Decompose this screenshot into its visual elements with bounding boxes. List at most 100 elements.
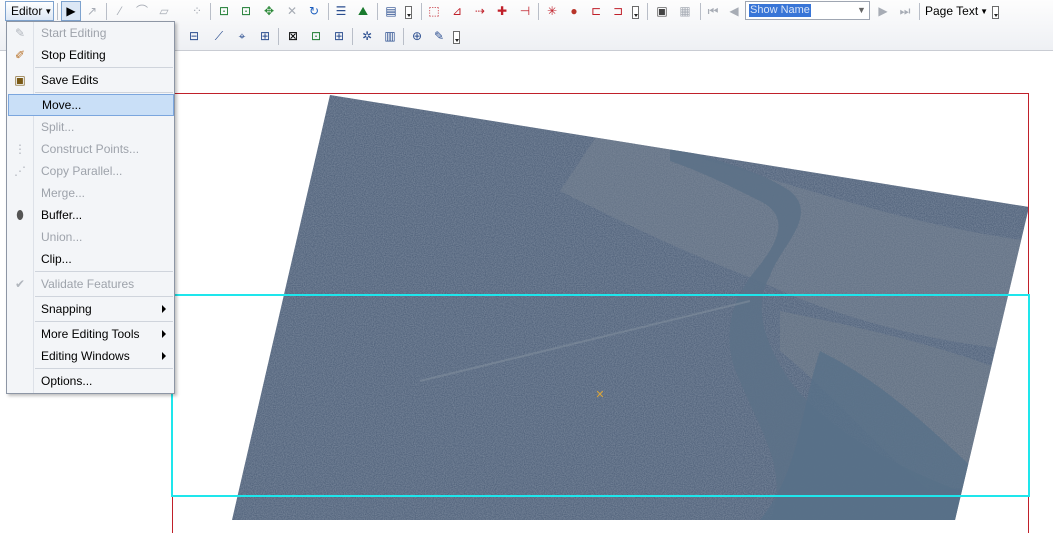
save-icon: ▣ [14, 73, 26, 87]
topology-tool-icon[interactable]: ✎ [430, 27, 448, 45]
geometric-network-icon[interactable]: ✳ [543, 2, 561, 20]
network-edit-c-icon[interactable]: ✚ [493, 2, 511, 20]
menu-item-split[interactable]: Split... [9, 117, 172, 137]
toolbar-overflow-chevron-icon[interactable] [632, 6, 639, 19]
pencil-icon: ✎ [14, 26, 26, 40]
toolbar-overflow-chevron-icon[interactable] [992, 6, 999, 19]
menu-separator [35, 368, 173, 369]
stop-pencil-icon: ✐ [14, 48, 26, 62]
straight-segment-icon[interactable]: ⁄ [111, 2, 129, 20]
network-edit-d-icon[interactable]: ⊣ [516, 2, 534, 20]
network-edit-a-icon[interactable]: ⊿ [448, 2, 466, 20]
menu-item-buffer[interactable]: ⬮ Buffer... [9, 205, 172, 225]
topology-tool-icon[interactable]: ⊞ [256, 27, 274, 45]
editor-dropdown-menu: ✎ Start Editing ✐ Stop Editing ▣ Save Ed… [6, 21, 175, 394]
toolbar-separator [421, 3, 422, 20]
topology-tool-icon[interactable]: ⊕ [408, 27, 426, 45]
midpoint-icon[interactable]: ⁘ [188, 2, 206, 20]
toolbar-separator [377, 3, 378, 20]
edit-annotation-icon[interactable]: ↗ [83, 2, 101, 20]
topology-tool-icon[interactable]: ⊟ [185, 27, 203, 45]
create-features-icon[interactable]: ▤ [382, 2, 400, 20]
menu-item-union[interactable]: Union... [9, 227, 172, 247]
menu-item-save-edits[interactable]: ▣ Save Edits [9, 70, 172, 90]
toolbar-separator [403, 28, 404, 45]
last-page-icon[interactable]: ⏭ [896, 2, 914, 20]
chevron-down-icon: ▼ [44, 6, 53, 16]
page-text-label: Page Text [925, 4, 979, 18]
menu-item-move[interactable]: Move... [8, 94, 174, 116]
topology-edit-alt-icon[interactable]: ⊡ [237, 2, 255, 20]
page-name-combobox[interactable]: Show Name ▼ [745, 1, 870, 20]
validate-check-icon: ✔ [14, 277, 26, 291]
previous-page-icon[interactable]: ◀ [725, 2, 743, 20]
attributes-icon[interactable]: ☰ [332, 2, 350, 20]
topology-edit-icon[interactable]: ⊡ [215, 2, 233, 20]
globe-icon[interactable]: ● [565, 2, 583, 20]
layout-b-icon[interactable]: ▦ [676, 2, 694, 20]
page-name-value: Show Name [749, 4, 811, 17]
toolbar-overflow-chevron-icon[interactable] [453, 31, 460, 44]
menu-item-construct-points[interactable]: ⋮ Construct Points... [9, 139, 172, 159]
editor-menu-button[interactable]: Editor ▼ [5, 1, 54, 21]
submenu-arrow-icon [162, 330, 166, 338]
topology-tool-icon[interactable]: ⊞ [330, 27, 348, 45]
toolbar-separator [538, 3, 539, 20]
chevron-down-icon[interactable]: ▼ [854, 2, 869, 19]
copy-parallel-icon: ⋰ [14, 164, 26, 178]
flow-a-icon[interactable]: ⊏ [587, 2, 605, 20]
menu-item-editing-windows[interactable]: Editing Windows [9, 346, 172, 366]
chevron-down-icon: ▼ [980, 6, 989, 16]
construct-points-icon: ⋮ [14, 142, 26, 156]
toolbar-overflow-chevron-icon[interactable] [405, 6, 412, 19]
editor-menu-label: Editor [11, 4, 43, 18]
error-inspector-icon[interactable]: ⬚ [425, 2, 443, 20]
submenu-arrow-icon [162, 305, 166, 313]
move-tool-icon[interactable]: ✥ [260, 2, 278, 20]
next-page-icon[interactable]: ▶ [874, 2, 892, 20]
menu-item-clip[interactable]: Clip... [9, 249, 172, 269]
menu-item-snapping[interactable]: Snapping [9, 299, 172, 319]
menu-item-merge[interactable]: Merge... [9, 183, 172, 203]
topology-tool-icon[interactable]: ✲ [358, 27, 376, 45]
submenu-arrow-icon [162, 352, 166, 360]
toolbar-separator [278, 28, 279, 45]
toolbar-separator [919, 3, 920, 20]
first-page-icon[interactable]: ⏮ [704, 2, 722, 20]
selection-anchor-icon[interactable]: ✕ [595, 390, 605, 401]
menu-separator [35, 321, 173, 322]
rotate-tool-icon[interactable]: ↻ [305, 2, 323, 20]
menu-separator [35, 296, 173, 297]
toolbar-separator [57, 3, 58, 20]
menu-separator [35, 67, 173, 68]
menu-separator [35, 271, 173, 272]
menu-item-start-editing[interactable]: ✎ Start Editing [9, 23, 172, 43]
layout-a-icon[interactable]: ▣ [653, 2, 671, 20]
menu-separator [35, 92, 173, 93]
end-point-arc-icon[interactable]: ⌒ [133, 2, 151, 20]
network-edit-b-icon[interactable]: ⇢ [471, 2, 489, 20]
split-tool-icon[interactable]: ✕ [283, 2, 301, 20]
topology-tool-icon[interactable]: ▥ [381, 27, 399, 45]
sketch-properties-icon[interactable]: ⛰ [354, 2, 372, 20]
edit-tool-arrow-icon[interactable]: ▶ [61, 1, 81, 21]
toolbar-separator [647, 3, 648, 20]
topology-tool-icon[interactable]: ⟋ [210, 27, 228, 45]
topology-tool-icon[interactable]: ⌖ [233, 27, 251, 45]
menu-item-options[interactable]: Options... [9, 371, 172, 391]
trace-icon[interactable]: ▱ [155, 2, 173, 20]
menu-item-stop-editing[interactable]: ✐ Stop Editing [9, 45, 172, 65]
toolbar-separator [210, 3, 211, 20]
topology-tool-icon[interactable]: ⊠ [284, 27, 302, 45]
menu-item-copy-parallel[interactable]: ⋰ Copy Parallel... [9, 161, 172, 181]
flow-b-icon[interactable]: ⊐ [609, 2, 627, 20]
toolbar-separator [106, 3, 107, 20]
menu-item-validate-features[interactable]: ✔ Validate Features [9, 274, 172, 294]
toolbar-separator [352, 28, 353, 45]
page-text-menu-button[interactable]: Page Text ▼ [925, 2, 988, 20]
menu-item-more-editing-tools[interactable]: More Editing Tools [9, 324, 172, 344]
buffer-icon: ⬮ [16, 207, 24, 222]
topology-tool-icon[interactable]: ⊡ [307, 27, 325, 45]
toolbar-separator [328, 3, 329, 20]
toolbar-separator [700, 3, 701, 20]
